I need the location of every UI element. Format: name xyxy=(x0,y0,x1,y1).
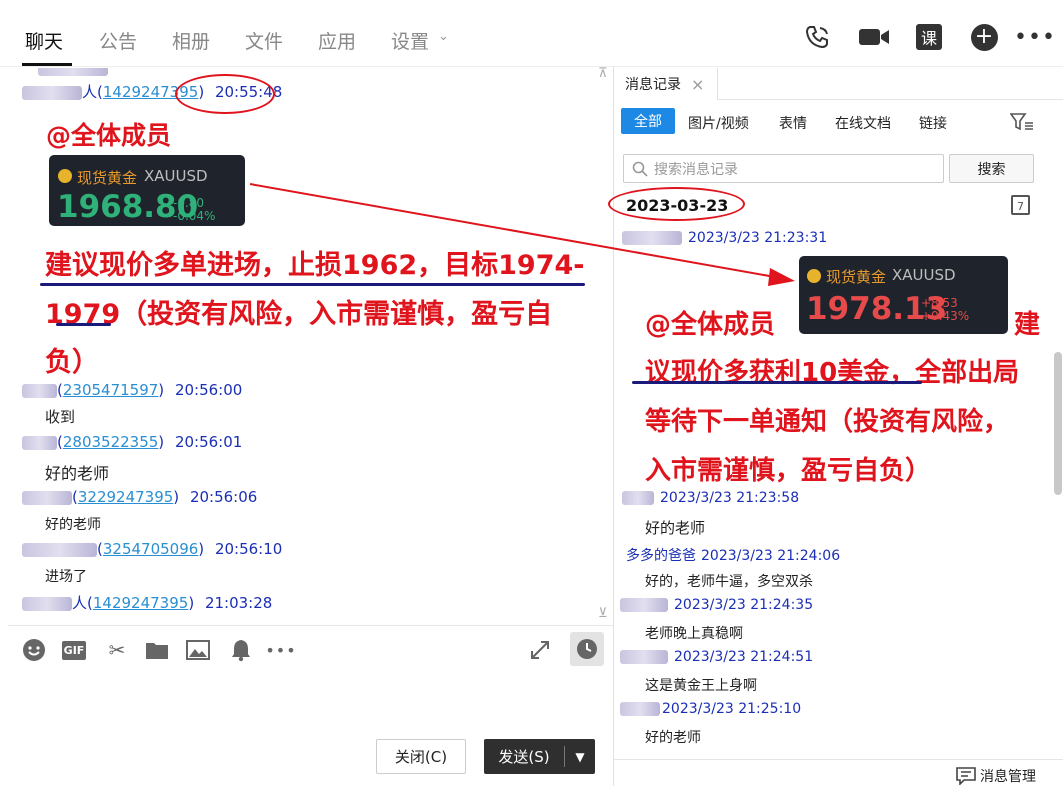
message-time: 20:56:00 xyxy=(174,381,243,399)
date-highlight-ellipse xyxy=(608,187,745,221)
message-manage-button[interactable]: 消息管理 xyxy=(956,766,1036,786)
close-button[interactable]: 关闭(C) xyxy=(376,739,466,774)
more-tools-icon[interactable]: ••• xyxy=(265,636,295,664)
scroll-down-icon[interactable]: ⊻ xyxy=(598,606,608,621)
sender-uid[interactable]: 2305471597 xyxy=(63,381,158,399)
composer-divider xyxy=(8,625,613,626)
tab-bar-line xyxy=(718,99,1063,100)
message-time: 20:56:10 xyxy=(214,540,283,558)
message-time: 21:03:28 xyxy=(204,594,273,612)
search-icon xyxy=(632,161,648,177)
quote-percent: +0.43% xyxy=(921,309,970,323)
history-scrollbar[interactable] xyxy=(1054,352,1062,495)
history-message-header: 2023/3/23 21:23:58 xyxy=(622,490,799,506)
history-clock-icon[interactable] xyxy=(570,632,604,666)
filter-all[interactable]: 全部 xyxy=(621,108,675,134)
gold-quote-card[interactable]: 现货黄金 XAUUSD 1978.13 +8.53 +0.43% xyxy=(799,256,1008,334)
message-input[interactable] xyxy=(8,670,613,730)
history-message-header: 2023/3/23 21:25:10 xyxy=(620,701,801,717)
gold-coin-icon xyxy=(807,269,821,283)
message-time: 2023/3/23 21:25:10 xyxy=(662,701,802,717)
footer-divider xyxy=(614,759,1063,760)
folder-icon[interactable] xyxy=(143,636,171,664)
post-line-1-tail: 建 xyxy=(1014,310,1041,340)
bell-icon[interactable] xyxy=(227,636,255,664)
send-button-group: 发送(S) ▼ xyxy=(484,739,595,774)
message-text: 老师晚上真稳啊 xyxy=(645,626,743,642)
post-line-4: 入市需谨慎，盈亏自负） xyxy=(645,456,932,486)
sender-uid[interactable]: 3229247395 xyxy=(78,488,173,506)
send-options-chevron-icon[interactable]: ▼ xyxy=(565,739,595,774)
filter-links[interactable]: 链接 xyxy=(919,113,947,133)
message-text: 收到 xyxy=(45,408,76,426)
message-time: 2023/3/23 21:24:06 xyxy=(701,548,841,564)
history-message-header: 2023/3/23 21:24:35 xyxy=(620,597,813,613)
message-header: (2803522355) 20:56:01 xyxy=(22,433,242,451)
message-time: 2023/3/23 21:23:31 xyxy=(688,230,828,246)
message-text: 好的老师 xyxy=(45,464,110,483)
sender-uid[interactable]: 1429247395 xyxy=(93,594,188,612)
message-text: 好的，老师牛逼，多空双杀 xyxy=(645,574,813,590)
message-manage-label: 消息管理 xyxy=(980,769,1036,785)
gif-icon[interactable]: GIF xyxy=(60,636,88,664)
sender-uid[interactable]: 2803522355 xyxy=(63,433,158,451)
send-button[interactable]: 发送(S) xyxy=(484,739,564,774)
calendar-icon[interactable]: 7 xyxy=(1011,195,1030,215)
post-line-3: 等待下一单通知（投资有风险， xyxy=(645,407,1010,437)
search-button[interactable]: 搜索 xyxy=(949,154,1034,183)
sender-name: 多多的爸爸 xyxy=(626,548,696,564)
underline-stroke xyxy=(632,381,922,384)
history-tab[interactable]: 消息记录 × xyxy=(614,68,718,100)
message-time: 20:56:06 xyxy=(189,488,258,506)
filter-stickers[interactable]: 表情 xyxy=(779,113,807,133)
message-time: 2023/3/23 21:23:58 xyxy=(660,490,800,506)
quote-name: 现货黄金 xyxy=(826,268,887,286)
search-input[interactable]: 搜索消息记录 xyxy=(623,154,944,183)
message-header: 人(1429247395) 21:03:28 xyxy=(22,592,272,613)
chat-manage-icon xyxy=(956,767,976,785)
history-message-header: 2023/3/23 21:23:31 xyxy=(622,230,827,246)
message-text: 好的老师 xyxy=(45,517,101,533)
expand-icon[interactable] xyxy=(526,636,554,664)
message-time: 2023/3/23 21:24:35 xyxy=(674,597,814,613)
filter-docs[interactable]: 在线文档 xyxy=(835,113,891,133)
filter-icon[interactable] xyxy=(1009,112,1034,136)
history-message-header: 多多的爸爸 2023/3/23 21:24:06 xyxy=(626,545,840,565)
message-text: 这是黄金王上身啊 xyxy=(645,678,757,694)
emoji-icon[interactable] xyxy=(20,636,48,664)
message-header: (3229247395) 20:56:06 xyxy=(22,488,257,506)
gif-label: GIF xyxy=(61,640,87,660)
search-placeholder: 搜索消息记录 xyxy=(654,161,738,178)
sender-uid[interactable]: 3254705096 xyxy=(103,540,198,558)
scissors-icon[interactable]: ✂ xyxy=(103,636,131,664)
filter-media[interactable]: 图片/视频 xyxy=(688,113,749,133)
message-text: 好的老师 xyxy=(645,730,701,746)
message-text: 进场了 xyxy=(45,569,87,585)
message-text: 好的老师 xyxy=(645,519,706,537)
close-icon[interactable]: × xyxy=(691,75,704,94)
message-time: 2023/3/23 21:24:51 xyxy=(674,649,814,665)
history-message-header: 2023/3/23 21:24:51 xyxy=(620,649,813,665)
history-title: 消息记录 xyxy=(625,77,681,93)
message-header: (2305471597) 20:56:00 xyxy=(22,381,242,399)
quote-symbol: XAUUSD xyxy=(892,266,956,284)
image-icon[interactable] xyxy=(184,636,212,664)
mention-all: @全体成员 xyxy=(645,310,776,340)
message-time: 20:56:01 xyxy=(174,433,243,451)
sender-name: 人 xyxy=(72,594,88,612)
message-header: (3254705096) 20:56:10 xyxy=(22,540,282,558)
